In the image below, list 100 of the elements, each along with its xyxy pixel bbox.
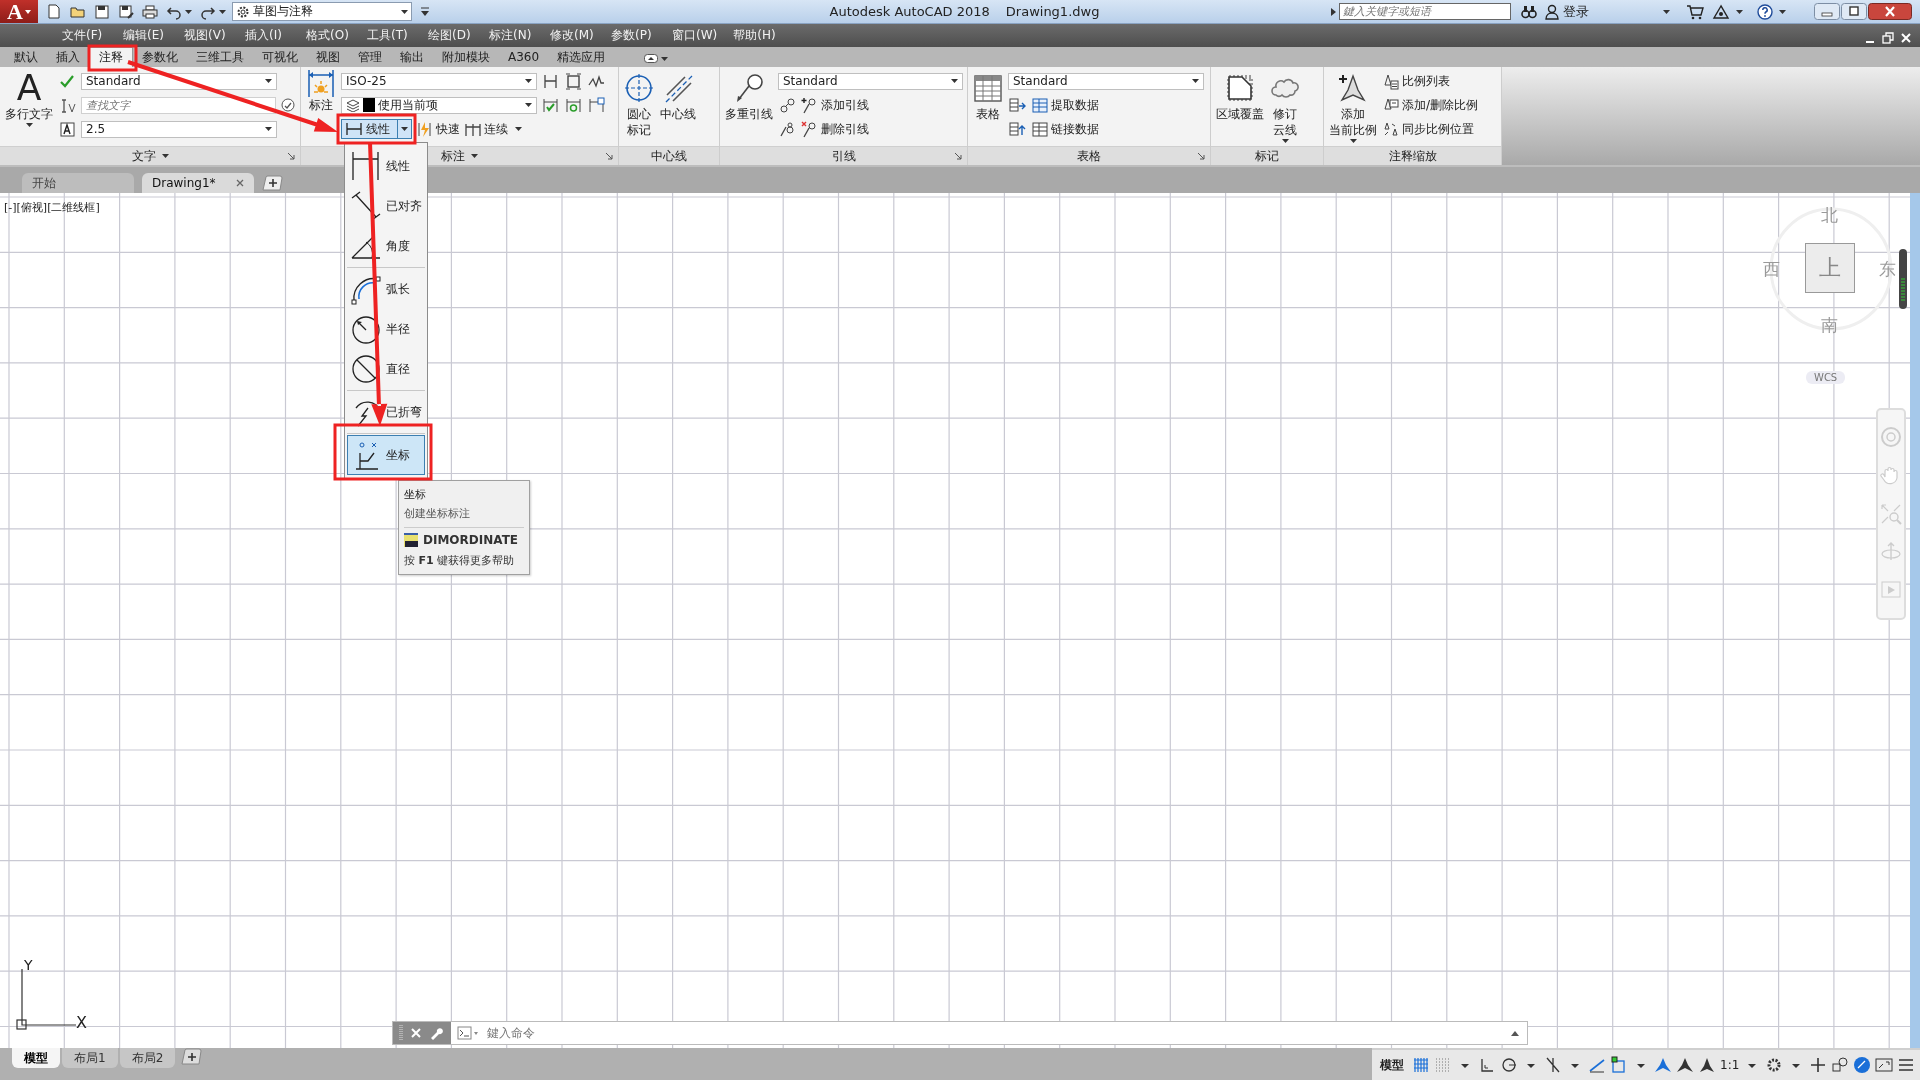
- caret-icon[interactable]: [661, 56, 669, 61]
- menu-item[interactable]: 视图(V): [176, 27, 237, 44]
- menu-item[interactable]: 参数(P): [603, 27, 664, 44]
- dimension-grid-icon[interactable]: [588, 96, 605, 114]
- large-tool-button[interactable]: A 多行文字: [4, 70, 54, 127]
- caret-icon[interactable]: [1736, 9, 1743, 14]
- menu-item[interactable]: 标注(N): [481, 27, 542, 44]
- caret-icon[interactable]: [1281, 139, 1289, 143]
- text-find-icon[interactable]: [59, 96, 76, 114]
- tool-button[interactable]: 删除引线: [801, 120, 869, 138]
- tool-button[interactable]: 快速: [416, 120, 460, 138]
- caret-icon[interactable]: [515, 127, 522, 131]
- panel-title[interactable]: 表格: [1077, 147, 1101, 165]
- ribbon-tab[interactable]: 参数化: [133, 48, 187, 67]
- layout-tab[interactable]: 布局2: [119, 1048, 176, 1068]
- caret-icon[interactable]: [185, 9, 192, 14]
- add-layout-button[interactable]: [181, 1048, 204, 1065]
- menu-item[interactable]: 绘图(D): [420, 27, 481, 44]
- ribbon-tab[interactable]: 默认: [5, 48, 47, 67]
- style-dropdown[interactable]: Standard: [1008, 72, 1204, 90]
- link-data-icon[interactable]: [1009, 120, 1026, 138]
- dialog-launcher-icon[interactable]: [955, 153, 962, 160]
- ribbon-tab[interactable]: 插入: [47, 48, 89, 67]
- dimension-tool-icon[interactable]: [542, 72, 559, 90]
- model-space-button[interactable]: 模型: [1380, 1056, 1404, 1074]
- text-height-icon[interactable]: [59, 120, 76, 138]
- isolate-objects-icon[interactable]: [1831, 1056, 1850, 1074]
- menu-item[interactable]: 线性: [347, 146, 425, 186]
- document-tab[interactable]: 开始: [22, 173, 134, 193]
- annotation-visibility-icon[interactable]: [1654, 1056, 1672, 1074]
- user-icon[interactable]: [1545, 3, 1559, 20]
- menu-item[interactable]: 窗口(W): [664, 27, 726, 44]
- caret-icon[interactable]: [401, 9, 408, 14]
- leader-align-icon[interactable]: [779, 96, 796, 114]
- menu-item[interactable]: 格式(O): [298, 27, 359, 44]
- dialog-launcher-icon[interactable]: [1198, 153, 1205, 160]
- tool-button[interactable]: 同步比例位置: [1382, 120, 1474, 138]
- document-tab[interactable]: Drawing1*: [142, 173, 254, 193]
- ribbon-tab[interactable]: A360: [499, 48, 549, 67]
- tool-button[interactable]: 比例列表: [1382, 72, 1450, 90]
- caret-icon[interactable]: [401, 127, 408, 131]
- triangle-network-icon[interactable]: [1712, 3, 1730, 20]
- ribbon-display-button[interactable]: [644, 54, 669, 63]
- menu-item[interactable]: 文件(F): [54, 27, 115, 44]
- style-dropdown[interactable]: 使用当前项: [341, 96, 537, 114]
- polar-icon[interactable]: [1500, 1056, 1518, 1074]
- grid-icon[interactable]: [1412, 1056, 1430, 1074]
- command-prompt-icon[interactable]: [457, 1026, 479, 1040]
- history-arrow-icon[interactable]: [1511, 1030, 1519, 1036]
- print-icon[interactable]: [142, 3, 158, 20]
- large-tool-button[interactable]: 表格: [972, 70, 1004, 122]
- annotation-scale-button[interactable]: 1:1: [1720, 1058, 1740, 1072]
- object-snap-icon[interactable]: [1544, 1056, 1562, 1074]
- expand-arrow-icon[interactable]: [1329, 6, 1337, 17]
- workspace-dropdown[interactable]: 草图与注释: [232, 2, 412, 21]
- caret-icon[interactable]: [24, 9, 31, 14]
- caret-icon[interactable]: [219, 9, 226, 14]
- caret-icon[interactable]: [525, 79, 532, 83]
- large-tool-button[interactable]: 多重引线: [724, 70, 774, 122]
- dimension-check-icon[interactable]: [542, 96, 559, 114]
- dialog-launcher-icon[interactable]: [606, 153, 613, 160]
- menu-item[interactable]: 坐标: [347, 435, 425, 475]
- tool-button[interactable]: 添加引线: [801, 96, 869, 114]
- large-tool-button[interactable]: 圆心 标记: [623, 70, 655, 138]
- caret-icon[interactable]: [471, 154, 478, 158]
- tool-button[interactable]: 添加/删除比例: [1382, 96, 1479, 114]
- caret-icon[interactable]: [1779, 9, 1786, 14]
- spell-check-icon[interactable]: [280, 98, 296, 112]
- wrench-icon[interactable]: [429, 1026, 443, 1040]
- panel-title[interactable]: 文字: [131, 147, 156, 165]
- large-tool-button[interactable]: 修订 云线: [1269, 70, 1301, 143]
- split-button[interactable]: 线性: [341, 119, 412, 139]
- caret-icon[interactable]: [25, 123, 33, 127]
- layout-tab[interactable]: 布局1: [62, 1048, 118, 1068]
- caret-icon[interactable]: [265, 79, 272, 83]
- menu-item[interactable]: 插入(I): [237, 27, 298, 44]
- style-dropdown[interactable]: Standard: [778, 72, 963, 90]
- caret-icon[interactable]: [1663, 9, 1670, 14]
- minimize-button[interactable]: [1814, 3, 1840, 20]
- save-as-icon[interactable]: [118, 3, 134, 20]
- caret-icon[interactable]: [161, 154, 169, 158]
- clean-screen-icon[interactable]: [1875, 1056, 1894, 1074]
- restore-icon[interactable]: [1882, 32, 1894, 44]
- auto-scale-icon[interactable]: [1676, 1056, 1694, 1074]
- find-text-field[interactable]: 查找文字: [81, 96, 276, 114]
- caret-icon[interactable]: [525, 103, 532, 107]
- menu-icon[interactable]: [1897, 1056, 1916, 1074]
- menu-item[interactable]: 直径: [347, 349, 425, 389]
- menu-item[interactable]: 帮助(H): [725, 27, 787, 44]
- viewport-controls[interactable]: [-][俯视][二维线框]: [4, 200, 100, 215]
- panel-title[interactable]: 引线: [831, 147, 856, 165]
- application-menu-button[interactable]: A: [0, 0, 38, 23]
- command-line-field[interactable]: 鍵入命令: [392, 1021, 1528, 1045]
- menu-item[interactable]: 弧长: [347, 269, 425, 309]
- ribbon-tab[interactable]: 管理: [349, 48, 391, 67]
- tool-button[interactable]: 链接数据: [1031, 120, 1099, 138]
- style-dropdown[interactable]: 2.5: [81, 120, 277, 138]
- cart-icon[interactable]: [1686, 3, 1704, 20]
- hardware-acceleration-icon[interactable]: [1853, 1056, 1872, 1074]
- ribbon-tab[interactable]: 输出: [391, 48, 433, 67]
